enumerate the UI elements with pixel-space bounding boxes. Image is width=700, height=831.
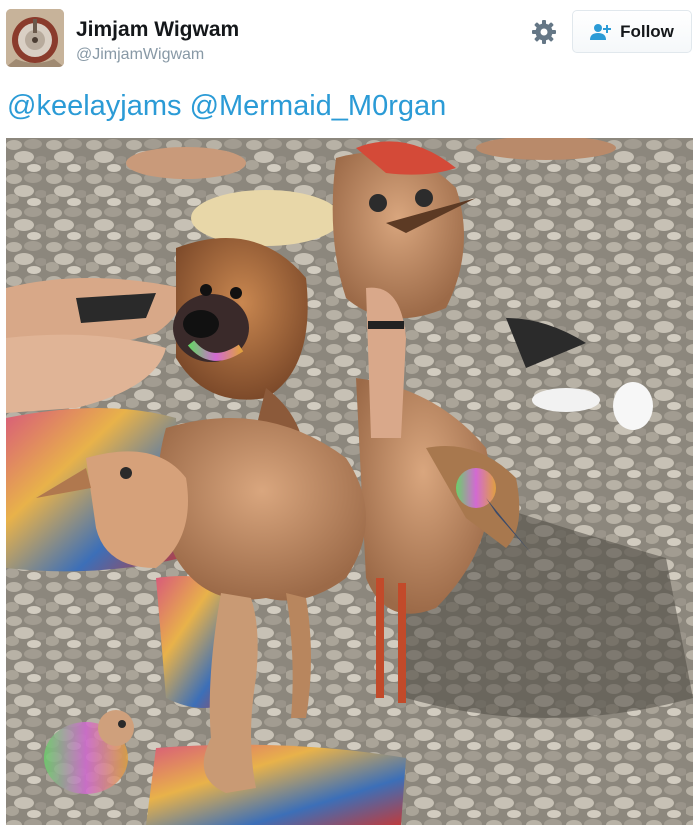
avatar[interactable] (6, 9, 64, 67)
follow-button[interactable]: Follow (572, 10, 692, 53)
tweet-photo[interactable] (6, 138, 693, 825)
mention-link[interactable]: @keelayjams (7, 90, 182, 122)
tweet-card: Jimjam Wigwam @JimjamWigwam Follow @keel… (0, 0, 700, 831)
tweet-text: @keelayjams @Mermaid_M0rgan (7, 88, 446, 124)
add-user-icon (590, 23, 612, 40)
user-handle[interactable]: @JimjamWigwam (76, 45, 204, 65)
beach-scene-image (6, 138, 693, 825)
follow-label: Follow (620, 21, 674, 41)
gear-icon[interactable] (531, 19, 557, 45)
display-name[interactable]: Jimjam Wigwam (76, 17, 239, 43)
mention-link[interactable]: @Mermaid_M0rgan (190, 90, 447, 122)
